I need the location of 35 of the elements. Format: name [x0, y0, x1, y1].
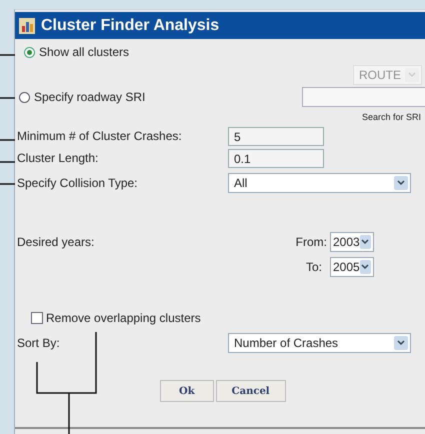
search-field[interactable]: [302, 87, 425, 107]
caret-icon: [360, 235, 371, 249]
window-title: Cluster Finder Analysis: [41, 16, 220, 34]
caret-icon: [394, 176, 408, 190]
leader-line: [0, 183, 15, 185]
leader-line: [0, 97, 15, 99]
ok-button[interactable]: Ok: [160, 380, 214, 402]
dropdown[interactable]: All: [228, 173, 411, 193]
chart-icon: [19, 18, 35, 34]
leader-line: [0, 161, 15, 163]
radio-label: Specify roadway SRI: [34, 90, 146, 104]
field-label: Sort By:: [17, 336, 61, 350]
leader-line: [0, 139, 15, 141]
radio-label: Show all clusters: [39, 45, 130, 59]
radio-button[interactable]: [19, 92, 30, 102]
caret-icon: [360, 260, 371, 274]
text-field[interactable]: 5: [228, 126, 324, 146]
field-label: Minimum # of Cluster Crashes:: [17, 129, 183, 143]
year-dropdown[interactable]: 2005: [330, 257, 374, 277]
field-label: Cluster Length:: [17, 151, 100, 165]
caret-icon: [394, 336, 408, 350]
caret-icon: [405, 68, 419, 82]
field-label: Desired years:: [17, 235, 94, 249]
sort-dropdown[interactable]: Number of Crashes: [228, 333, 411, 353]
to-label: To:: [306, 260, 322, 274]
from-label: From:: [296, 235, 327, 249]
text-field[interactable]: 0.1: [228, 148, 324, 168]
field-label: Specify Collision Type:: [17, 176, 139, 190]
radio-button[interactable]: [24, 46, 35, 58]
leader-line: [0, 54, 15, 56]
checkbox-label: Remove overlapping clusters: [46, 311, 201, 325]
cancel-button[interactable]: Cancel: [216, 380, 286, 402]
search-caption: Search for SRI: [362, 112, 421, 122]
year-dropdown[interactable]: 2003: [330, 232, 374, 252]
checkbox[interactable]: [31, 312, 43, 324]
